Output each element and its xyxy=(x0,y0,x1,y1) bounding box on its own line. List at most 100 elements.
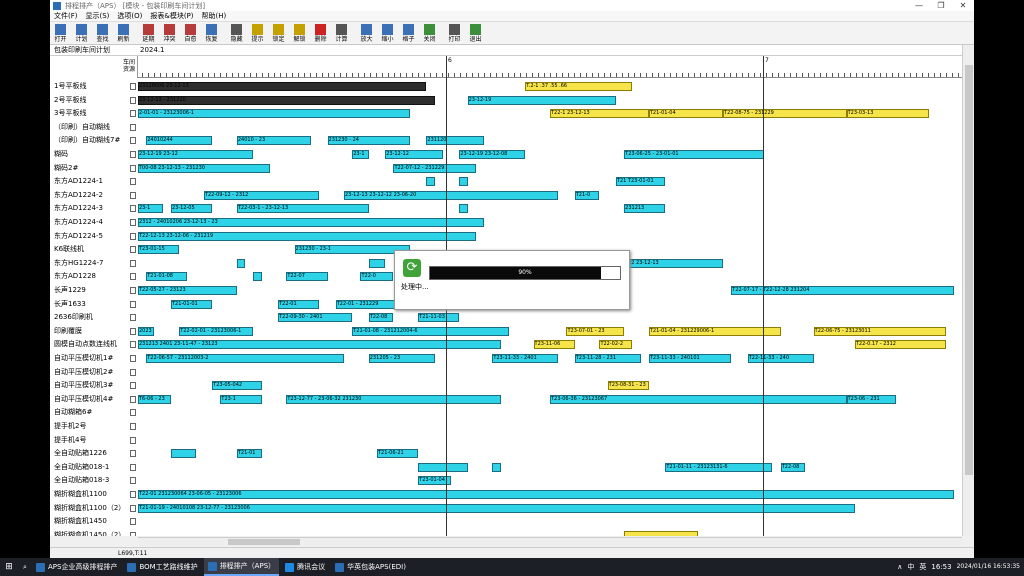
taskbar-item[interactable]: 排程排产（APS） xyxy=(203,558,280,576)
toolbar-button-hide[interactable]: 隐藏 xyxy=(226,23,247,44)
resource-checkbox[interactable] xyxy=(130,450,136,458)
task-bar[interactable]: T22-03-1 - 23-12-13 xyxy=(236,204,369,214)
resource-track[interactable]: T23-01-04 xyxy=(138,474,962,488)
resource-checkbox[interactable] xyxy=(130,504,136,512)
task-bar[interactable]: 23-12-19 23-12-08 xyxy=(459,150,526,159)
task-bar[interactable]: T22-09-30 - 2401 xyxy=(278,313,353,323)
task-bar[interactable]: T22-01 231230064 23-06-05 - 23123006 xyxy=(138,490,954,499)
horizontal-scrollbar[interactable] xyxy=(138,537,962,546)
resource-checkbox[interactable] xyxy=(130,232,136,240)
resource-track[interactable]: 2312 - 24010206 23-12-13 - 23 xyxy=(138,216,962,229)
resource-checkbox[interactable] xyxy=(130,463,136,471)
task-bar[interactable]: T22-05-27 - 23123 xyxy=(138,286,237,295)
resource-name[interactable]: 自动平压模切机1# xyxy=(50,352,130,365)
resource-track[interactable]: 2-01-01 - 23123006-1 T22-1 23-12-13 T21-01… xyxy=(138,107,962,121)
task-bar[interactable]: T21-06-21 xyxy=(376,449,419,459)
task-bar[interactable]: T21-01-19 - 24010108 23-12-77 - 23123006 xyxy=(138,503,855,513)
resource-checkbox[interactable] xyxy=(130,96,136,104)
task-bar[interactable]: 23-12-13 - 231220 xyxy=(138,95,435,105)
resource-checkbox[interactable] xyxy=(130,137,136,145)
resource-track[interactable] xyxy=(138,406,962,420)
menu-help[interactable]: 帮助(H) xyxy=(198,11,231,21)
resource-name[interactable]: （印刷）自动糊线 xyxy=(50,121,130,134)
resource-name[interactable]: 东方HG1224-7 xyxy=(50,257,130,270)
resource-name[interactable]: K6联线机 xyxy=(50,243,130,256)
taskbar-item[interactable]: 华英包装APS(EDI) xyxy=(331,558,410,576)
toolbar-button-conflict[interactable]: 冲突 xyxy=(159,23,180,44)
resource-track[interactable] xyxy=(138,365,962,379)
task-bar[interactable]: 23-1 xyxy=(352,150,369,159)
task-bar[interactable]: T22-07-12 - 231229 xyxy=(393,163,476,173)
task-bar[interactable]: T23-03-13 xyxy=(846,109,930,119)
task-bar[interactable]: T22-08 xyxy=(368,313,394,323)
task-bar[interactable]: T23-01-15 xyxy=(138,245,180,255)
task-bar[interactable]: T21-01-04 xyxy=(648,109,724,119)
resource-track[interactable]: 23-12-19 23-12 23-1 23-12-12 23-12-19 23-12… xyxy=(138,148,962,161)
resource-name[interactable]: 全自动贴箱018-3 xyxy=(50,474,130,487)
task-bar[interactable]: 231230 - 23-1 xyxy=(294,245,410,255)
toolbar-button-unlock[interactable]: 解锁 xyxy=(289,23,310,44)
tray-expand-icon[interactable]: ∧ xyxy=(897,563,902,571)
windows-start-icon[interactable]: ⊞ xyxy=(0,558,18,576)
resource-checkbox[interactable] xyxy=(130,259,136,267)
task-bar[interactable] xyxy=(459,177,468,187)
task-bar[interactable]: T23-1 xyxy=(220,394,262,404)
resource-checkbox[interactable] xyxy=(130,531,136,536)
resource-name[interactable]: 糊折糊盒机1450（2） xyxy=(50,529,130,536)
task-bar[interactable]: T21-0 xyxy=(574,190,600,200)
task-bar[interactable]: 231205 - 23 xyxy=(368,354,435,363)
resource-name[interactable]: 东方AD1224-2 xyxy=(50,189,130,202)
toolbar-button-print[interactable]: 打印 xyxy=(444,23,465,44)
task-bar[interactable]: T22-02-2 xyxy=(599,340,633,350)
toolbar-button-refresh[interactable]: 刷新 xyxy=(113,23,134,44)
toolbar-button-delete[interactable]: 删除 xyxy=(310,23,331,44)
task-bar[interactable]: T22-07-17 - T22-12-28 231204 xyxy=(731,286,954,295)
task-bar[interactable]: 231230 - 24 xyxy=(327,136,410,146)
resource-checkbox[interactable] xyxy=(130,423,136,430)
resource-checkbox[interactable] xyxy=(130,491,136,498)
toolbar-button-close-doc[interactable]: 关闭 xyxy=(419,23,440,44)
resource-track[interactable] xyxy=(138,120,962,134)
task-bar[interactable]: 23-1 xyxy=(138,204,163,214)
resource-name[interactable]: 提手机2号 xyxy=(50,420,130,433)
menu-display[interactable]: 显示(S) xyxy=(82,11,114,21)
resource-checkbox[interactable] xyxy=(130,287,136,294)
task-bar[interactable]: T23-11-33 - 240101 xyxy=(648,354,732,363)
resource-track[interactable]: T22-12-13 23-12-06 - 231219 xyxy=(138,229,962,243)
resource-checkbox[interactable] xyxy=(130,205,136,213)
task-bar[interactable] xyxy=(170,449,196,459)
resource-checkbox[interactable] xyxy=(130,518,136,526)
toolbar-button-restore[interactable]: 恢复 xyxy=(201,23,222,44)
menu-options[interactable]: 选项(O) xyxy=(113,11,146,21)
resource-track[interactable]: T6-06 - 23 T23-1 T23-12-77 - 23-06-32 2312… xyxy=(138,392,962,406)
resource-name[interactable]: 2636印刷机 xyxy=(50,311,130,324)
close-button[interactable]: ✕ xyxy=(952,0,974,11)
resource-checkbox[interactable] xyxy=(130,123,136,131)
task-bar[interactable]: T00-08 23-12-13 - 231230 xyxy=(138,163,270,173)
resource-checkbox[interactable] xyxy=(130,219,136,226)
task-bar[interactable]: T23-06 - 231 xyxy=(846,394,897,404)
task-bar[interactable]: T22-0 xyxy=(360,272,394,282)
resource-checkbox[interactable] xyxy=(130,314,136,322)
task-bar[interactable]: 23-12-19 xyxy=(467,95,616,105)
resource-name[interactable]: 自动平压模切机4# xyxy=(50,393,130,406)
search-icon[interactable]: ⌕ xyxy=(18,558,32,576)
taskbar-item[interactable]: BOM工艺路线维护 xyxy=(123,558,201,576)
task-bar[interactable]: 23-12-19 23-12 xyxy=(138,150,254,159)
resource-name[interactable]: 糊折糊盒机1450 xyxy=(50,515,130,528)
vertical-scrollbar[interactable] xyxy=(962,45,974,536)
toolbar-button-delay[interactable]: 延期 xyxy=(138,23,159,44)
maximize-button[interactable]: ❐ xyxy=(930,0,952,11)
resource-name[interactable]: 长声1229 xyxy=(50,284,130,297)
task-bar[interactable]: T21-01-11 - 23123131-6 xyxy=(665,462,773,472)
resource-name[interactable]: 印刷覆膜 xyxy=(50,325,130,338)
task-bar[interactable]: T22-1 23-12-13 xyxy=(550,109,649,119)
task-bar[interactable] xyxy=(624,530,699,536)
task-bar[interactable]: T21-11-03 xyxy=(418,313,460,323)
task-bar[interactable]: 2-01-01 - 23123006-1 xyxy=(138,109,410,119)
task-bar[interactable]: T22-06-75 - 23123011 xyxy=(813,326,946,336)
resource-checkbox[interactable] xyxy=(130,382,136,390)
task-bar[interactable]: T23-08-31 - 23 xyxy=(607,381,649,391)
resource-checkbox[interactable] xyxy=(130,164,136,172)
task-bar[interactable]: T23-12-77 - 23-06-32 231230 xyxy=(286,394,501,404)
